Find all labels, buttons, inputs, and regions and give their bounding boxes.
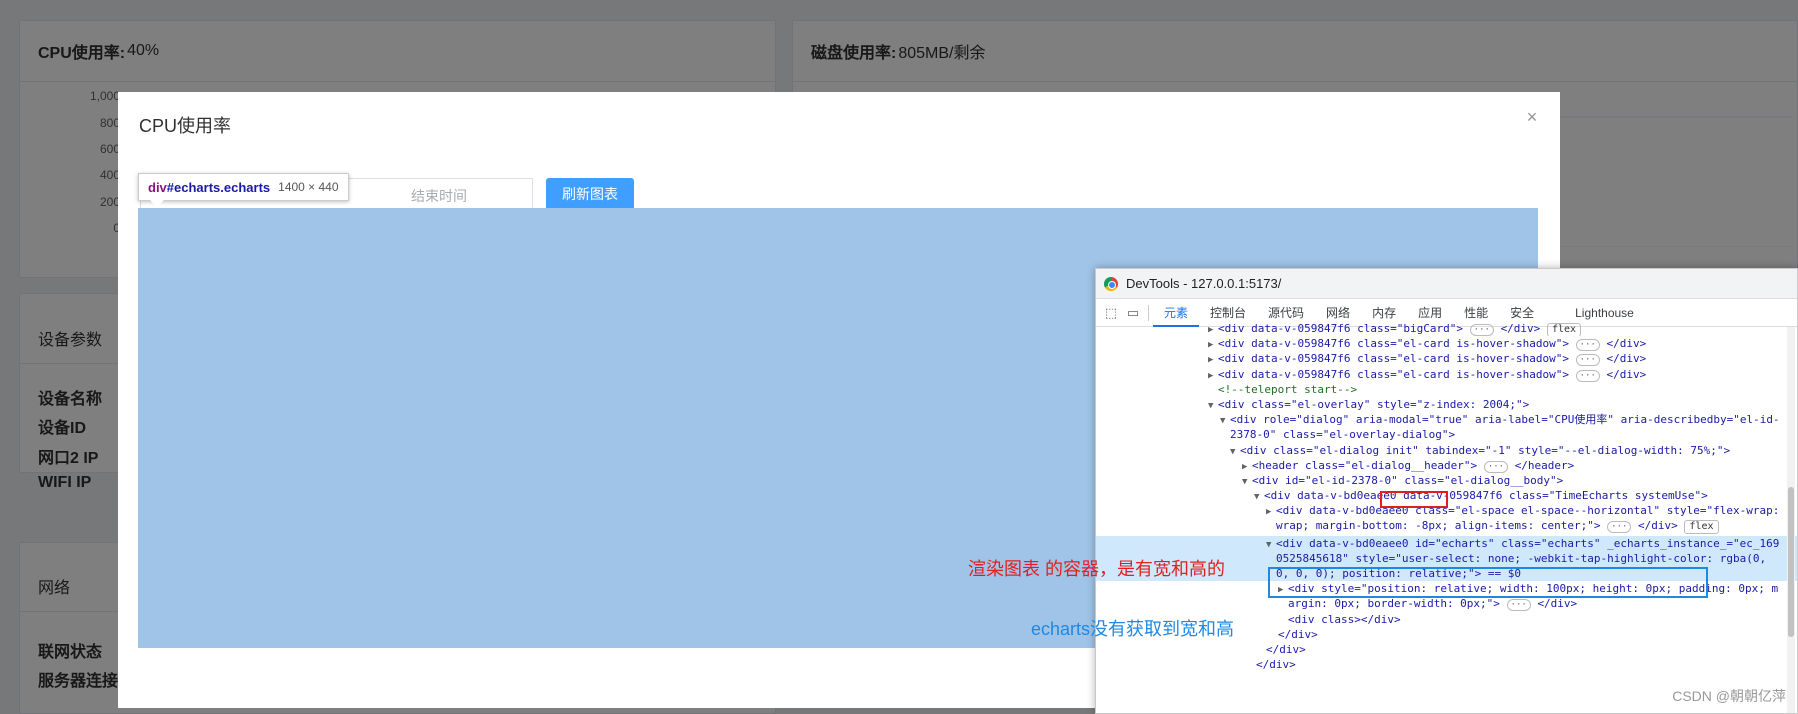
dom-node-line[interactable]: argin: 0px; border-width: 0px;"> ··· </d… bbox=[1096, 596, 1797, 612]
dom-node-line[interactable]: wrap; margin-bottom: -8px; align-items: … bbox=[1096, 518, 1797, 534]
divider bbox=[1148, 304, 1149, 321]
dom-node-line[interactable]: 2378-0" class="el-overlay-dialog"> bbox=[1096, 427, 1797, 442]
scrollbar-thumb[interactable] bbox=[1788, 487, 1794, 637]
id-echarts-highlight-box bbox=[1380, 491, 1448, 508]
close-icon[interactable]: × bbox=[1522, 107, 1542, 127]
child-div-highlight-box bbox=[1268, 567, 1708, 598]
tooltip-size: 1400 × 440 bbox=[278, 180, 339, 194]
dom-comment-line[interactable]: <!--teleport start--> bbox=[1096, 382, 1797, 397]
dialog-title: CPU使用率 bbox=[139, 116, 232, 136]
annotation-red: 渲染图表 的容器，是有宽和高的 bbox=[968, 559, 1225, 579]
refresh-chart-button[interactable]: 刷新图表 bbox=[546, 178, 634, 210]
inspect-element-icon[interactable]: ⬚ bbox=[1100, 303, 1122, 323]
dom-node-line[interactable]: </div> bbox=[1096, 657, 1797, 672]
watermark: CSDN @朝朝亿萍 bbox=[1672, 688, 1786, 704]
tooltip-selector: #echarts.echarts bbox=[166, 179, 271, 195]
end-time-placeholder: 结束时间 bbox=[411, 188, 467, 204]
tooltip-arrow bbox=[150, 200, 164, 207]
devtools-inspect-tooltip: div #echarts.echarts 1400 × 440 bbox=[138, 173, 349, 201]
dom-node-line[interactable]: ▼ <div role="dialog" aria-modal="true" ar… bbox=[1096, 412, 1797, 427]
selected-echarts-node[interactable]: ▼ <div data-v-bd0eaee0 id="echarts" class… bbox=[1096, 535, 1797, 551]
chrome-icon bbox=[1104, 276, 1118, 291]
devtools-window: DevTools - 127.0.0.1:5173/ ⬚ ▭ 元素 控制台 源代… bbox=[1095, 268, 1798, 714]
dom-node-line[interactable]: ▶ <div data-v-059847f6 class="el-card is-… bbox=[1096, 351, 1797, 367]
dom-node-line[interactable]: </div> bbox=[1096, 642, 1797, 657]
annotation-blue: echarts没有获取到宽和高 bbox=[1031, 619, 1235, 639]
dom-node-line[interactable]: ▼ <div class="el-overlay" style="z-index:… bbox=[1096, 397, 1797, 412]
dom-node-line[interactable]: ▼ <div class="el-dialog init" tabindex="-… bbox=[1096, 443, 1797, 458]
dom-node-line[interactable]: ▶ <header class="el-dialog__header"> ··· … bbox=[1096, 458, 1797, 473]
device-toolbar-icon[interactable]: ▭ bbox=[1122, 303, 1144, 323]
dom-node-line[interactable]: ▶ <div data-v-059847f6 class="el-card is-… bbox=[1096, 336, 1797, 352]
tooltip-tag: div bbox=[148, 179, 167, 195]
dom-node-line[interactable]: ▼ <div id="el-id-2378-0" class="el-dialog… bbox=[1096, 473, 1797, 488]
dom-node-line[interactable]: ▶ <div data-v-059847f6 class="el-card is-… bbox=[1096, 367, 1797, 382]
devtools-titlebar: DevTools - 127.0.0.1:5173/ bbox=[1096, 269, 1797, 299]
dom-node-line[interactable]: ▶ <div data-v-059847f6 class="bigCard"> ·… bbox=[1096, 321, 1797, 337]
devtools-title: DevTools - 127.0.0.1:5173/ bbox=[1126, 276, 1282, 291]
devtools-scrollbar[interactable] bbox=[1787, 327, 1795, 713]
